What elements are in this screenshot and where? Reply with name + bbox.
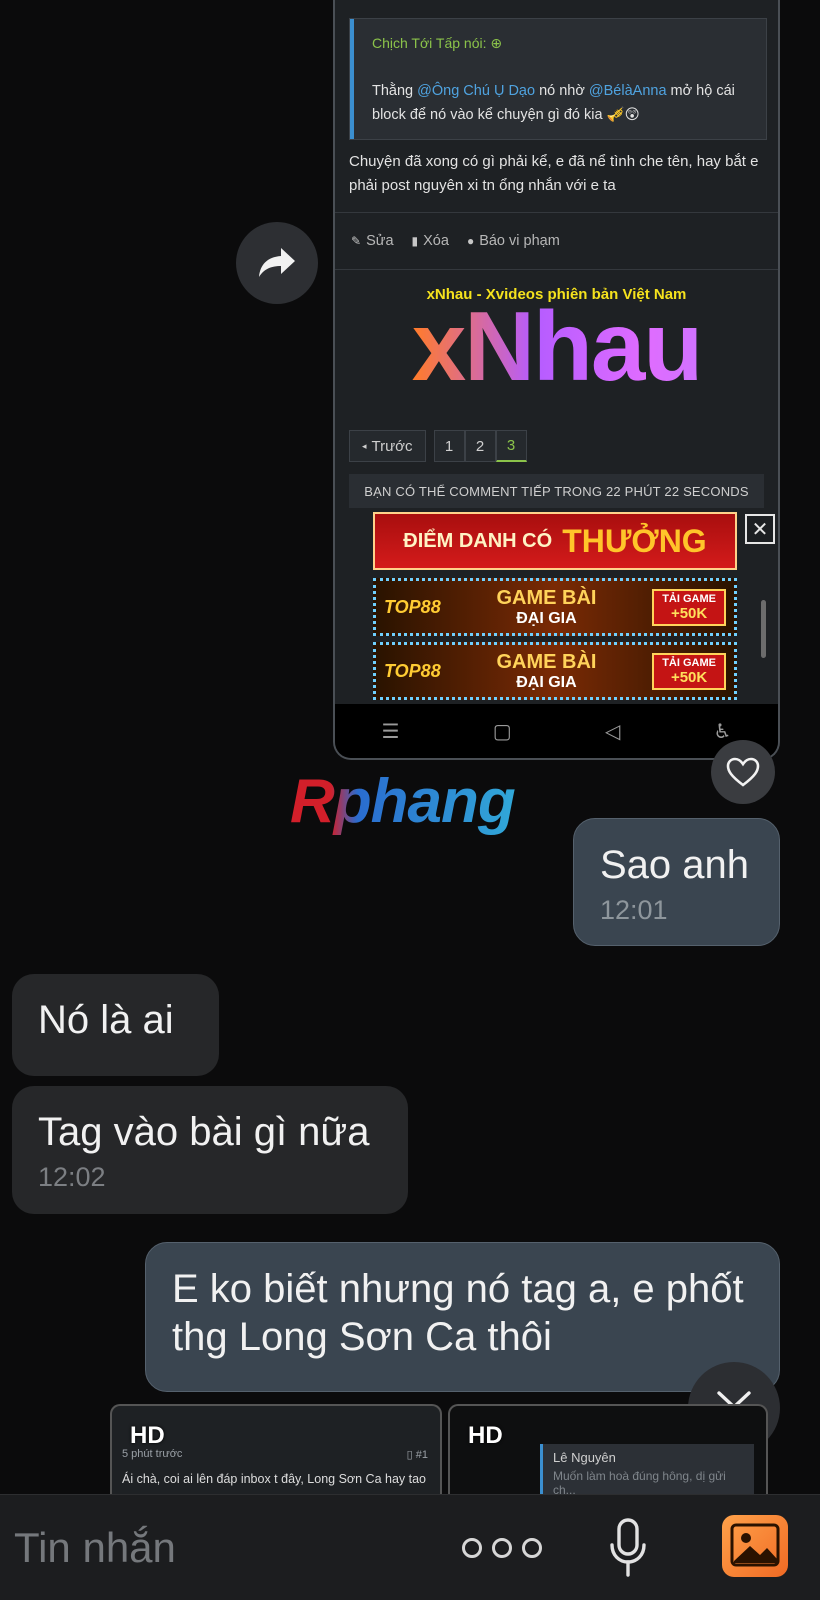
composer-bar (0, 1494, 820, 1600)
report-action: ● Báo vi phạm (466, 233, 560, 249)
hd-badge: HD (130, 1422, 165, 1449)
comment-notice: BẠN CÓ THỂ COMMENT TIẾP TRONG 22 PHÚT 22… (349, 474, 764, 508)
message-time: 12:02 (38, 1162, 106, 1192)
delete-action: ▮ Xóa (411, 233, 449, 249)
shared-screenshot[interactable]: Chịch Tới Tấp nói: ⊕ Thằng @Ông Chú Ụ Dạ… (333, 0, 780, 760)
edit-action: ✎ Sửa (351, 233, 394, 249)
home-icon: ▢ (492, 720, 512, 743)
menu-icon: ☰ (381, 720, 400, 743)
microphone-icon (610, 1518, 646, 1577)
game-banner: TOP88 GAME BÀI ĐẠI GIA TẢI GAME +50K (373, 578, 737, 636)
more-options-button[interactable] (462, 1525, 542, 1571)
pagination: ◂ Trước 1 2 3 (349, 430, 527, 462)
message-bubble-outgoing[interactable]: E ko biết nhưng nó tag a, e phốt thg Lon… (145, 1242, 780, 1392)
message-time: 12:01 (600, 895, 668, 925)
dot-icon (522, 1538, 542, 1558)
caret-left-icon: ◂ (362, 440, 367, 451)
react-button[interactable] (711, 740, 775, 804)
android-navbar: ☰ ▢ ◁ ♿ (335, 704, 778, 758)
dot-icon (462, 1538, 482, 1558)
prev-page: ◂ Trước (349, 430, 426, 462)
emoji-icon: 🎺😲 (606, 107, 640, 123)
post-body: Chuyện đã xong có gì phải kể, e đã nể tì… (349, 153, 759, 194)
image-attachment[interactable]: HD 5 phút trước ▯ #1 Ái chà, coi ai lên … (110, 1404, 442, 1494)
message-text: Nó là ai (38, 998, 174, 1042)
image-icon (730, 1523, 780, 1567)
image-attachment[interactable]: HD Lê Nguyên Muốn làm hoà đúng hông, dị … (448, 1404, 768, 1494)
dot-icon (492, 1538, 512, 1558)
voice-button[interactable] (604, 1517, 652, 1579)
quote-box: Chịch Tới Tấp nói: ⊕ Thằng @Ông Chú Ụ Dạ… (349, 18, 767, 140)
mention-link: @Ông Chú Ụ Dạo (417, 83, 536, 99)
gallery-button[interactable] (722, 1515, 788, 1577)
close-icon: ✕ (745, 514, 775, 544)
page-2: 2 (464, 430, 496, 462)
game-banner: TOP88 GAME BÀI ĐẠI GIA TẢI GAME +50K (373, 642, 737, 700)
share-button[interactable] (236, 222, 318, 304)
message-text: Sao anh (600, 843, 750, 887)
reply-preview: Lê Nguyên Muốn làm hoà đúng hông, dị gửi… (540, 1444, 754, 1494)
share-icon (259, 248, 295, 277)
quote-bar (350, 19, 354, 139)
heart-icon (726, 757, 760, 787)
checkin-banner: ĐIỂM DANH CÓ THƯỞNG (373, 512, 737, 570)
ad-logo: xNhau (335, 290, 778, 403)
message-bubble-incoming[interactable]: Tag vào bài gì nữa 12:02 (12, 1086, 408, 1214)
bookmark-icon: ▯ (406, 1449, 413, 1461)
pencil-icon: ✎ (351, 234, 362, 248)
accessibility-icon: ♿ (713, 720, 732, 743)
quote-author: Chịch Tới Tấp nói: ⊕ (372, 35, 503, 51)
hd-badge: HD (468, 1422, 503, 1449)
message-input[interactable] (14, 1523, 434, 1573)
arrow-up-circle-icon: ⊕ (490, 35, 503, 51)
message-bubble-outgoing[interactable]: Sao anh 12:01 (573, 818, 780, 946)
message-bubble-incoming[interactable]: Nó là ai (12, 974, 219, 1076)
mention-link: @BélàAnna (588, 83, 667, 99)
quote-text: Thằng @Ông Chú Ụ Dạo nó nhờ @BélàAnna mở… (372, 83, 735, 123)
scrollbar (761, 600, 766, 658)
back-icon: ◁ (604, 720, 621, 743)
trash-icon: ▮ (411, 234, 419, 248)
alert-icon: ● (466, 234, 475, 248)
message-text: E ko biết nhưng nó tag a, e phốt thg Lon… (172, 1267, 744, 1359)
page-1: 1 (433, 430, 465, 462)
watermark: Rphang (290, 767, 516, 836)
post-actions: ✎ Sửa ▮ Xóa ● Báo vi phạm (335, 212, 778, 270)
page-3-current: 3 (495, 430, 527, 462)
message-text: Tag vào bài gì nữa (38, 1110, 370, 1154)
